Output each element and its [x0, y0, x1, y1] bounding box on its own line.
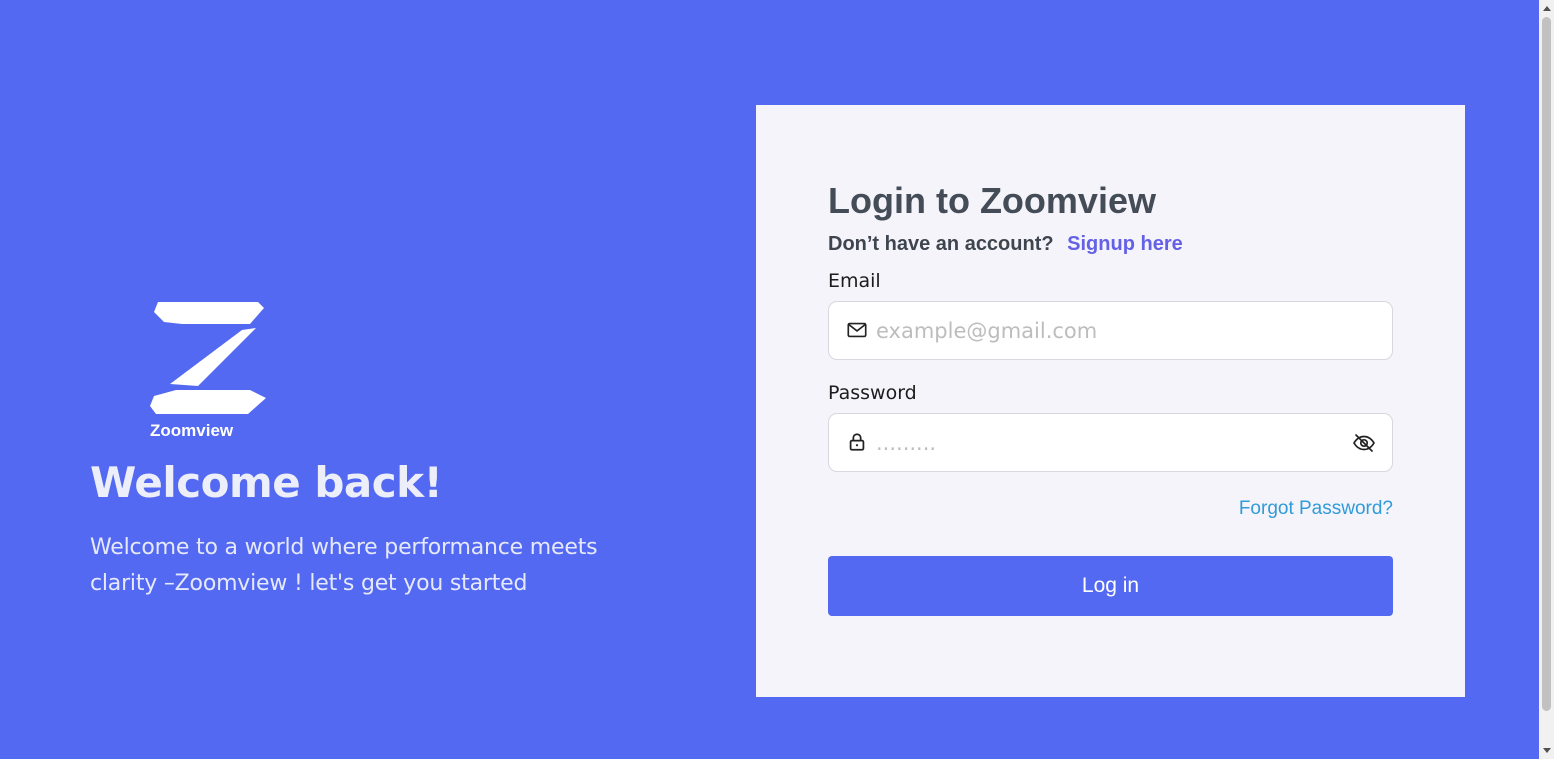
page-scrollbar[interactable] [1539, 0, 1554, 759]
lock-icon [849, 433, 865, 451]
email-input[interactable] [876, 302, 1346, 359]
mail-icon [847, 322, 867, 338]
login-button[interactable]: Log in [828, 556, 1393, 616]
brand-name: Zoomview [150, 421, 234, 440]
forgot-password-link[interactable]: Forgot Password? [1239, 498, 1393, 519]
eye-off-icon[interactable] [1352, 431, 1376, 455]
welcome-subtitle: Welcome to a world where performance mee… [90, 535, 598, 596]
signup-link[interactable]: Signup here [1067, 233, 1183, 255]
scroll-down-arrow-icon[interactable] [1543, 748, 1551, 753]
scrollbar-thumb[interactable] [1542, 17, 1551, 711]
scroll-up-arrow-icon[interactable] [1543, 6, 1551, 11]
email-label: Email [828, 270, 881, 292]
login-card: Login to Zoomview Don’t have an account?… [756, 105, 1465, 697]
welcome-title: Welcome back! [90, 458, 443, 507]
password-input[interactable] [876, 414, 1346, 471]
forgot-password-row: Forgot Password? [828, 498, 1393, 520]
zoomview-logo [150, 302, 266, 414]
password-field-container[interactable] [828, 413, 1393, 472]
login-page: Zoomview Welcome back! Welcome to a worl… [0, 0, 1554, 759]
no-account-text: Don’t have an account? [828, 233, 1054, 255]
login-form: Login to Zoomview Don’t have an account?… [828, 181, 1393, 616]
email-field-container[interactable] [828, 301, 1393, 360]
signup-prompt: Don’t have an account? Signup here [828, 233, 1393, 256]
login-title: Login to Zoomview [828, 180, 1156, 221]
password-label: Password [828, 382, 917, 404]
